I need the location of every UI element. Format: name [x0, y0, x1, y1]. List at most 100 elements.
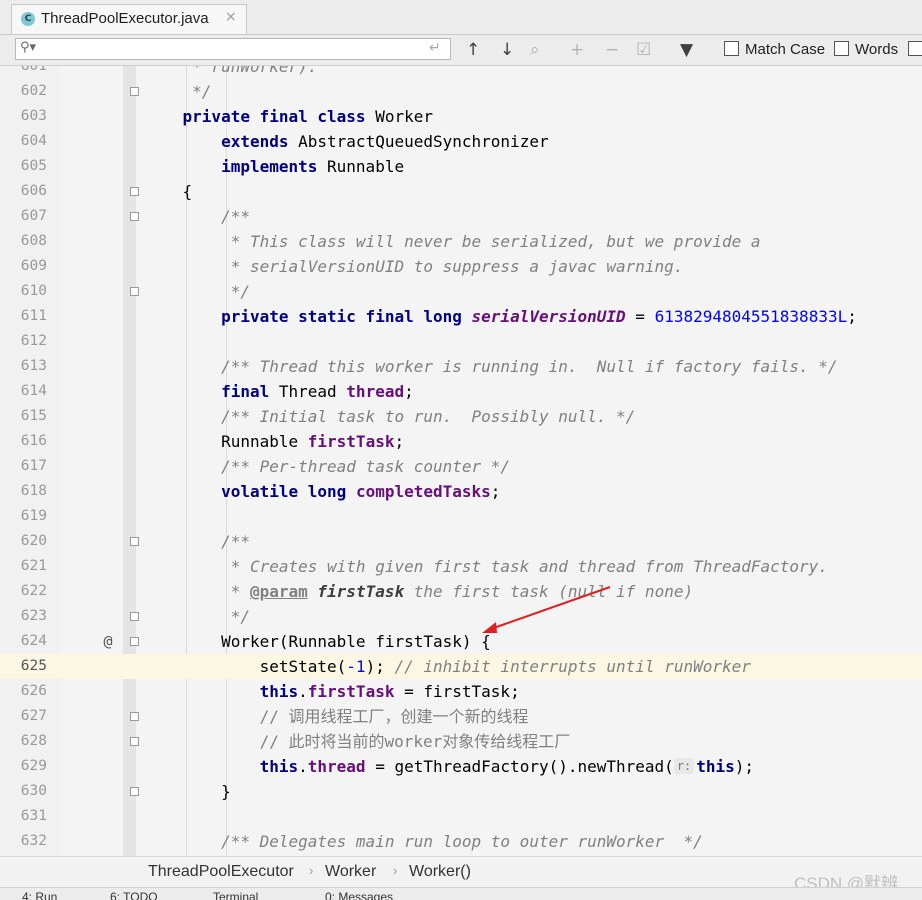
search-icon[interactable]: ⚲▾ [20, 40, 36, 55]
code-text[interactable]: /** Per-thread task counter */ [144, 454, 510, 479]
code-line[interactable]: 604 extends AbstractQueuedSynchronizer [0, 129, 922, 154]
code-line[interactable]: 615 /** Initial task to run. Possibly nu… [0, 404, 922, 429]
code-text[interactable]: // 调用线程工厂，创建一个新的线程 [144, 704, 529, 729]
code-text[interactable]: } [144, 779, 231, 804]
code-line[interactable]: 613 /** Thread this worker is running in… [0, 354, 922, 379]
code-line[interactable]: 617 /** Per-thread task counter */ [0, 454, 922, 479]
line-number[interactable]: 616 [0, 429, 47, 454]
code-text[interactable]: // 此时将当前的worker对象传给线程工厂 [144, 729, 571, 754]
line-number[interactable]: 619 [0, 504, 47, 529]
line-number[interactable]: 621 [0, 554, 47, 579]
line-number[interactable]: 611 [0, 304, 47, 329]
code-text[interactable]: /** Thread this worker is running in. Nu… [144, 354, 838, 379]
select-all-occurrences-icon[interactable]: ☑ [636, 40, 651, 60]
line-number[interactable]: 607 [0, 204, 47, 229]
code-text[interactable]: extends AbstractQueuedSynchronizer [144, 129, 549, 154]
code-text[interactable]: Runnable firstTask; [144, 429, 404, 454]
line-number[interactable]: 631 [0, 804, 47, 829]
line-number[interactable]: 620 [0, 529, 47, 554]
fold-marker-icon[interactable] [130, 612, 139, 621]
code-line[interactable]: 627 // 调用线程工厂，创建一个新的线程 [0, 704, 922, 729]
newline-icon[interactable]: ↵ [429, 40, 441, 56]
fold-marker-icon[interactable] [130, 87, 139, 96]
code-text[interactable]: * Creates with given first task and thre… [144, 554, 828, 579]
line-number[interactable]: 630 [0, 779, 47, 804]
code-text[interactable]: setState(-1); // inhibit interrupts unti… [144, 654, 751, 679]
code-line[interactable]: 612 [0, 329, 922, 354]
line-number[interactable]: 615 [0, 404, 47, 429]
code-line[interactable]: 631 [0, 804, 922, 829]
code-line[interactable]: 603 private final class Worker [0, 104, 922, 129]
code-line[interactable]: 626 this.firstTask = firstTask; [0, 679, 922, 704]
breadcrumb-item[interactable]: Worker [325, 863, 376, 881]
code-text[interactable]: * serialVersionUID to suppress a javac w… [144, 254, 684, 279]
code-text[interactable]: final Thread thread; [144, 379, 414, 404]
code-text[interactable]: /** [144, 204, 250, 229]
code-text[interactable]: */ [144, 79, 211, 104]
line-number[interactable]: 632 [0, 829, 47, 854]
code-line[interactable]: 607 /** [0, 204, 922, 229]
search-input[interactable] [48, 40, 428, 58]
next-occurrence-icon[interactable]: ↓ [500, 40, 514, 60]
code-text[interactable]: private static final long serialVersionU… [144, 304, 857, 329]
code-line[interactable]: 606 { [0, 179, 922, 204]
code-line[interactable]: 608 * This class will never be serialize… [0, 229, 922, 254]
fold-marker-icon[interactable] [130, 787, 139, 796]
code-line[interactable]: 628 // 此时将当前的worker对象传给线程工厂 [0, 729, 922, 754]
code-text[interactable]: Worker(Runnable firstTask) { [144, 629, 491, 654]
match-case-checkbox[interactable]: Match Case [724, 41, 825, 58]
code-text[interactable]: implements Runnable [144, 154, 404, 179]
code-line[interactable]: 624 @ Worker(Runnable firstTask) { [0, 629, 922, 654]
line-number[interactable]: 605 [0, 154, 47, 179]
breadcrumb-item[interactable]: Worker() [409, 863, 471, 881]
fold-marker-icon[interactable] [130, 537, 139, 546]
line-number[interactable]: 601 [0, 66, 47, 79]
code-line[interactable]: 620 /** [0, 529, 922, 554]
words-checkbox[interactable]: Words [834, 41, 898, 58]
line-number[interactable]: 628 [0, 729, 47, 754]
code-line[interactable]: 618 volatile long completedTasks; [0, 479, 922, 504]
line-number[interactable]: 609 [0, 254, 47, 279]
code-editor[interactable]: 601 * runWorker). 602 */603 private final… [0, 66, 922, 856]
line-number[interactable]: 603 [0, 104, 47, 129]
code-line[interactable]: 623 */ [0, 604, 922, 629]
code-text[interactable]: * @param firstTask the first task (null … [144, 579, 693, 604]
find-all-icon[interactable]: ⌕ [530, 40, 540, 60]
code-line[interactable]: 611 private static final long serialVers… [0, 304, 922, 329]
code-text[interactable]: * runWorker). [144, 66, 317, 79]
fold-marker-icon[interactable] [130, 637, 139, 646]
line-number[interactable]: 622 [0, 579, 47, 604]
remove-selection-icon[interactable]: − [605, 40, 619, 60]
code-line[interactable]: 616 Runnable firstTask; [0, 429, 922, 454]
line-number[interactable]: 617 [0, 454, 47, 479]
previous-occurrence-icon[interactable]: ↑ [466, 40, 480, 60]
code-text[interactable]: */ [144, 279, 250, 304]
file-tab[interactable]: C ThreadPoolExecutor.java × [11, 4, 247, 34]
line-number[interactable]: 608 [0, 229, 47, 254]
breadcrumb-item[interactable]: ThreadPoolExecutor [148, 863, 294, 881]
close-icon[interactable]: × [225, 9, 237, 25]
line-number[interactable]: 625 [0, 654, 47, 679]
line-number[interactable]: 627 [0, 704, 47, 729]
line-number[interactable]: 626 [0, 679, 47, 704]
code-text[interactable]: * This class will never be serialized, b… [144, 229, 761, 254]
code-text[interactable]: { [144, 179, 193, 204]
fold-marker-icon[interactable] [130, 287, 139, 296]
code-line[interactable]: 629 this.thread = getThreadFactory().new… [0, 754, 922, 779]
code-line[interactable]: 622 * @param firstTask the first task (n… [0, 579, 922, 604]
code-line[interactable]: 605 implements Runnable [0, 154, 922, 179]
code-line[interactable]: 619 [0, 504, 922, 529]
line-number[interactable]: 629 [0, 754, 47, 779]
code-line[interactable]: 601 * runWorker). [0, 66, 922, 79]
line-number[interactable]: 612 [0, 329, 47, 354]
fold-marker-icon[interactable] [130, 737, 139, 746]
add-selection-icon[interactable]: + [570, 40, 584, 60]
code-text[interactable]: this.firstTask = firstTask; [144, 679, 520, 704]
line-number[interactable]: 604 [0, 129, 47, 154]
fold-marker-icon[interactable] [130, 187, 139, 196]
code-line[interactable]: 610 */ [0, 279, 922, 304]
line-number[interactable]: 610 [0, 279, 47, 304]
implemented-marker-icon[interactable]: @ [100, 629, 116, 654]
line-number[interactable]: 606 [0, 179, 47, 204]
line-number[interactable]: 614 [0, 379, 47, 404]
